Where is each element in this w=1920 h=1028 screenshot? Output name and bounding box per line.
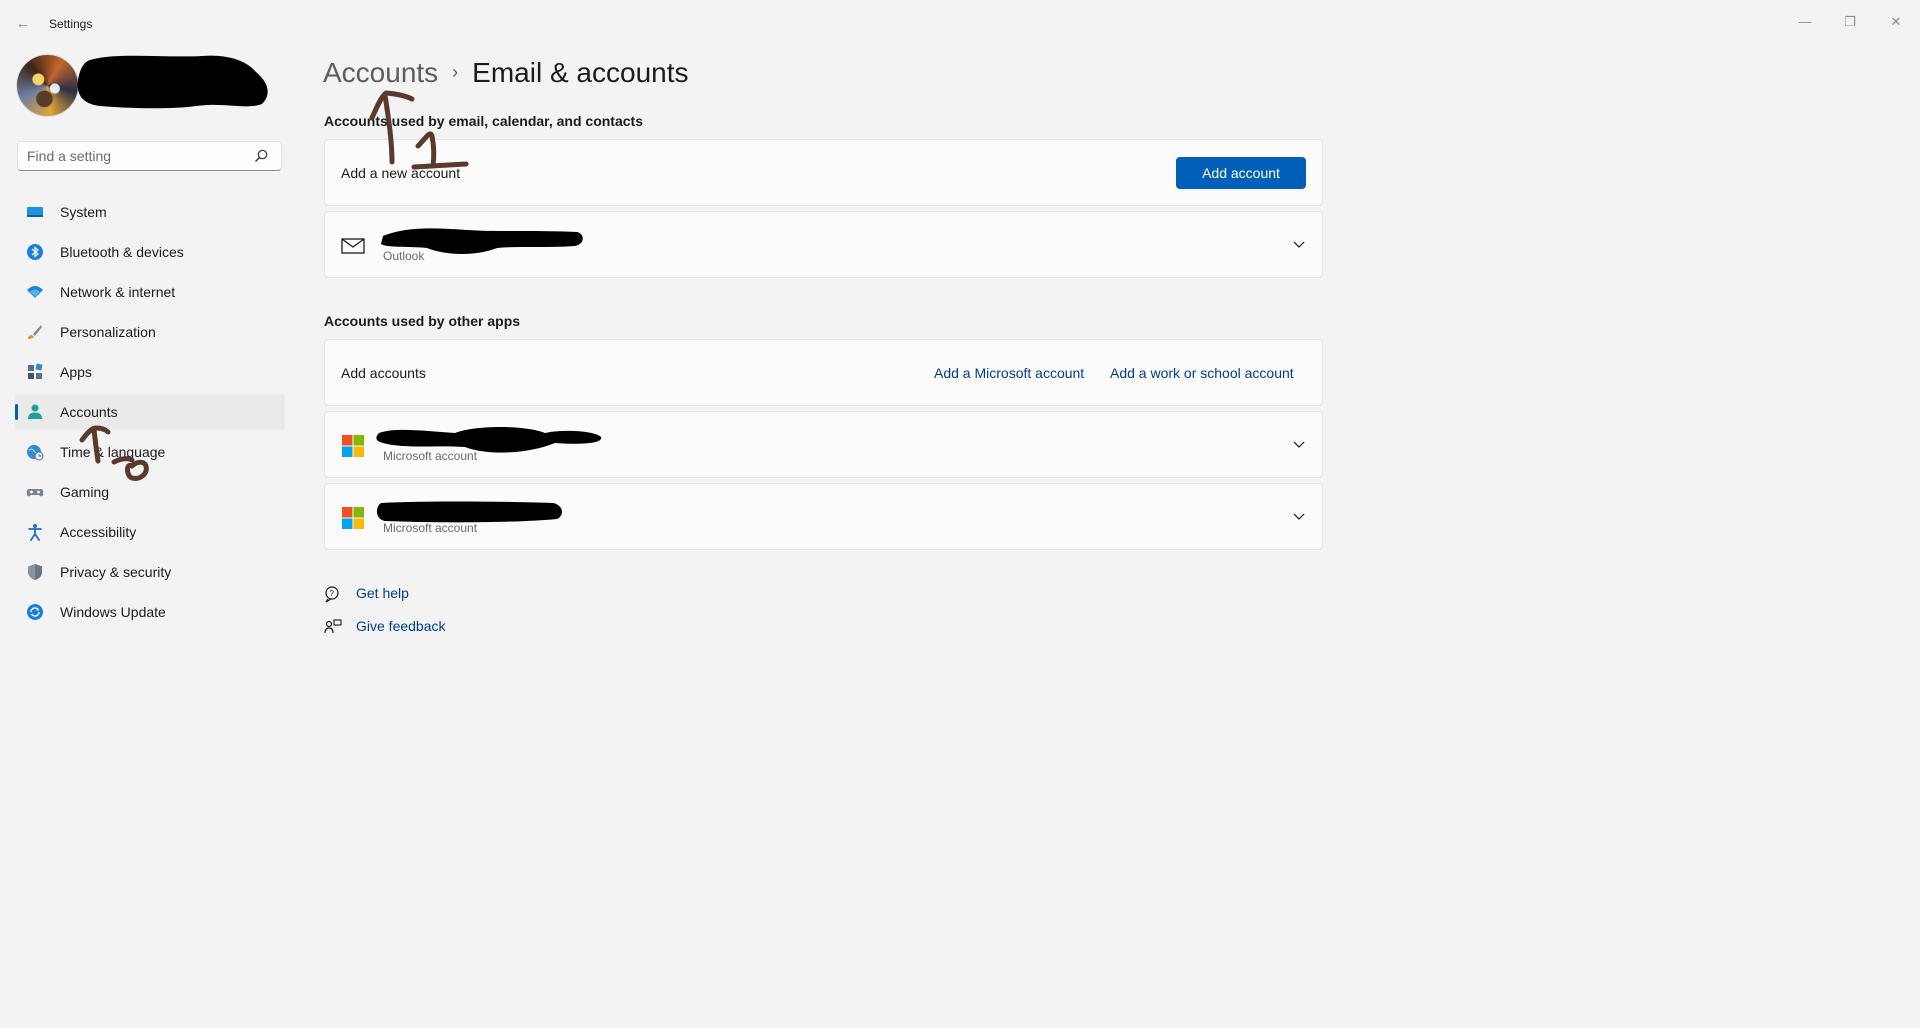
sidebar-item-label: Privacy & security [60,564,172,580]
add-account-button[interactable]: Add account [1176,157,1306,189]
gamepad-icon [26,489,44,497]
sidebar-item-label: Windows Update [60,604,166,620]
sidebar-item-accessibility[interactable]: Accessibility [15,514,285,550]
sidebar-item-label: Time & language [60,444,166,460]
redacted-user-name [77,55,268,109]
sidebar-item-time-language[interactable]: Time & language [15,434,285,470]
account-type-label: Microsoft account [383,521,478,535]
user-profile[interactable] [16,54,276,120]
accessibility-icon [28,524,42,541]
minimize-button[interactable]: — [1782,8,1828,36]
search-input[interactable] [27,147,247,165]
microsoft-account-row[interactable]: Microsoft account [324,483,1323,550]
back-button[interactable]: ← [12,14,34,34]
sidebar-item-privacy-security[interactable]: Privacy & security [15,554,285,590]
get-help-link[interactable]: Get help [356,585,409,601]
section-title-email: Accounts used by email, calendar, and co… [324,113,643,129]
microsoft-logo-icon [342,435,364,457]
sidebar-nav: System Bluetooth & devices Network & int… [15,194,285,634]
account-type-label: Outlook [383,249,425,263]
microsoft-account-row[interactable]: Microsoft account [324,411,1323,478]
feedback-icon [324,619,342,634]
search-icon[interactable] [253,148,269,164]
chevron-down-icon[interactable] [1292,237,1306,251]
sidebar-item-personalization[interactable]: Personalization [15,314,285,350]
add-accounts-label: Add accounts [341,365,426,381]
system-icon [27,207,43,217]
give-feedback-link[interactable]: Give feedback [356,618,446,634]
selected-indicator [15,404,18,420]
microsoft-logo-icon [342,507,364,529]
breadcrumb: Accounts › Email & accounts [323,57,689,97]
breadcrumb-parent-accounts[interactable]: Accounts [323,57,438,88]
sidebar-item-label: Bluetooth & devices [60,244,184,260]
sidebar-item-apps[interactable]: Apps [15,354,285,390]
maximize-button[interactable]: ❐ [1827,8,1873,36]
sidebar-item-label: Apps [60,364,92,380]
breadcrumb-separator-icon: › [452,62,459,82]
chevron-down-icon[interactable] [1292,437,1306,451]
sidebar-item-network-internet[interactable]: Network & internet [15,274,285,310]
apps-icon [28,363,43,379]
sidebar-item-accounts[interactable]: Accounts [15,394,285,430]
help-chat-icon: ? [325,586,339,603]
title-bar: ← Settings — ❐ ✕ [0,0,1920,48]
sidebar-item-label: Gaming [60,484,110,500]
bluetooth-icon [27,244,43,260]
shield-icon [28,564,42,580]
app-title: Settings [49,17,93,31]
sidebar-item-label: Personalization [60,324,156,340]
close-button[interactable]: ✕ [1873,8,1919,36]
brush-icon [28,325,42,339]
wifi-icon [27,286,43,298]
email-account-row[interactable]: Outlook [324,211,1323,278]
mail-icon [341,238,365,254]
svg-text:?: ? [330,589,335,598]
avatar[interactable] [16,54,79,117]
add-new-account-row: Add a new account Add account [324,139,1323,206]
page-title: Email & accounts [472,57,689,88]
search-box[interactable] [17,141,282,171]
add-microsoft-account-link[interactable]: Add a Microsoft account [934,365,1084,381]
person-icon [28,404,42,419]
sidebar-item-bluetooth-devices[interactable]: Bluetooth & devices [15,234,285,270]
sidebar-item-system[interactable]: System [15,194,285,230]
account-type-label: Microsoft account [383,449,478,463]
sidebar-item-gaming[interactable]: Gaming [15,474,285,510]
chevron-down-icon[interactable] [1292,509,1306,523]
add-work-school-account-link[interactable]: Add a work or school account [1110,365,1294,381]
sidebar-item-label: Accessibility [60,524,137,540]
add-accounts-row: Add accounts Add a Microsoft account Add… [324,339,1323,406]
section-title-other-apps: Accounts used by other apps [324,313,521,329]
sidebar-item-label: Accounts [60,404,118,420]
sidebar-item-label: Network & internet [60,284,176,300]
globe-clock-icon [27,445,44,461]
update-icon [27,604,43,620]
sidebar-item-label: System [60,204,107,220]
add-new-account-label: Add a new account [341,165,461,181]
sidebar-item-windows-update[interactable]: Windows Update [15,594,285,630]
